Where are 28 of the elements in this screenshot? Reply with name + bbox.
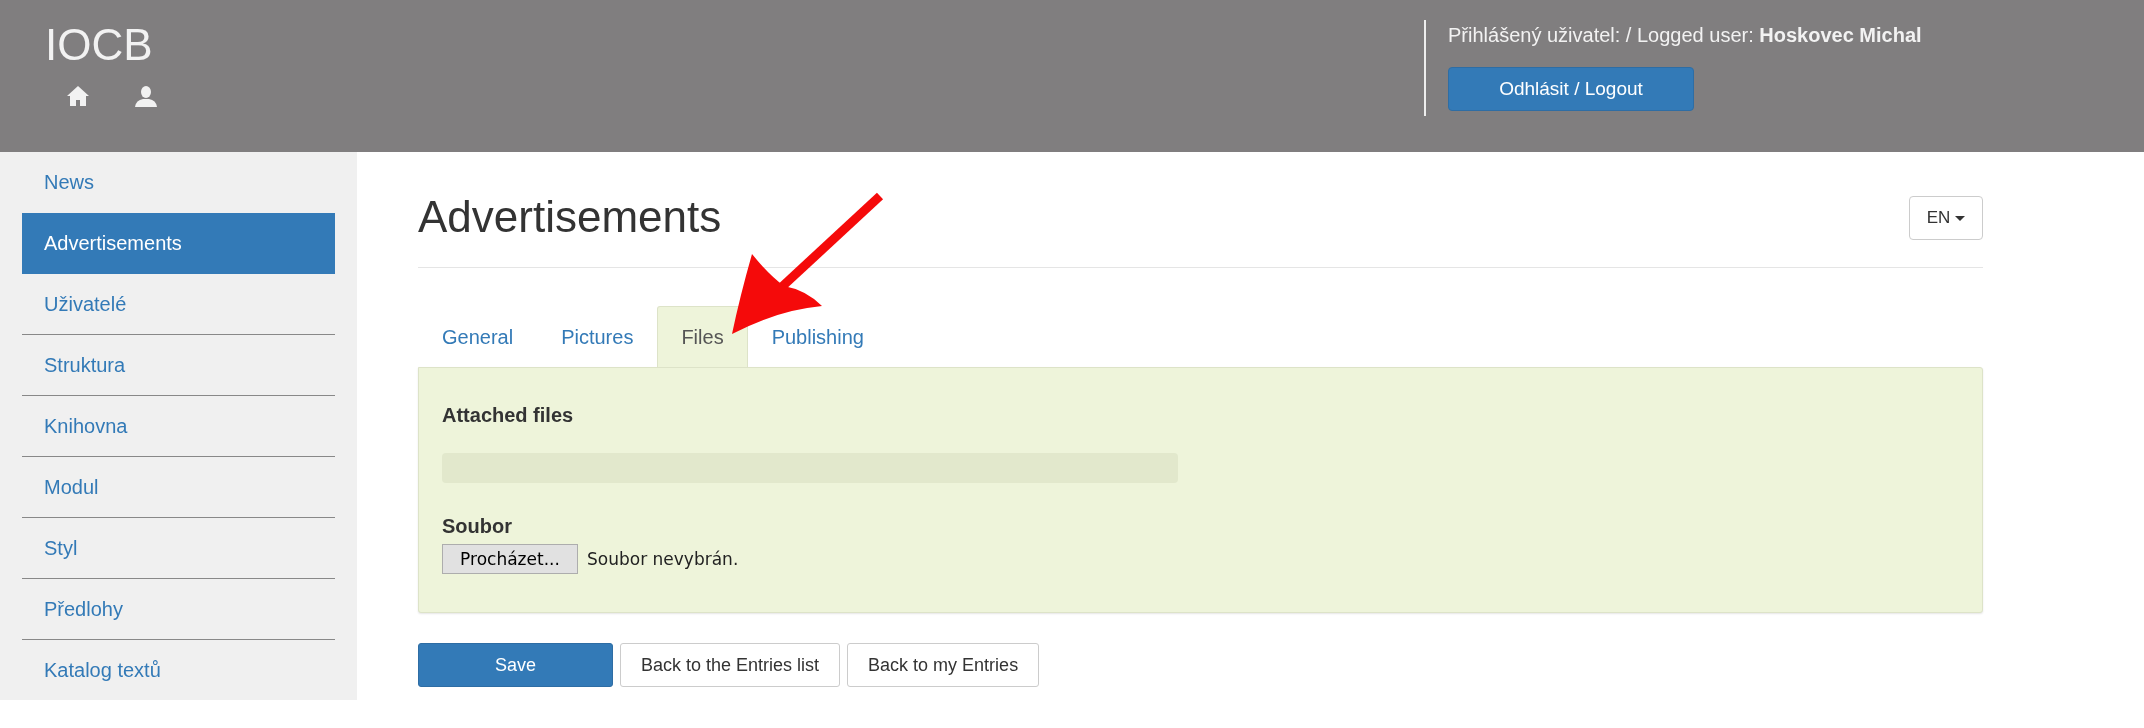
sidebar-item[interactable]: Struktura	[22, 335, 335, 396]
tab[interactable]: Pictures	[537, 306, 658, 367]
sidebar-item[interactable]: Modul	[22, 457, 335, 518]
attached-files-label: Attached files	[442, 404, 574, 427]
file-label: Soubor	[442, 515, 512, 538]
browse-button[interactable]: Procházet...	[442, 544, 578, 574]
tab[interactable]: Files	[657, 306, 748, 367]
tab[interactable]: General	[418, 306, 538, 367]
logged-user-text: Přihlášený uživatel: / Logged user: Hoskovec Michal	[1448, 24, 1922, 47]
back-button[interactable]: Back to my Entries	[847, 643, 1040, 687]
save-button[interactable]: Save	[418, 643, 613, 687]
sidebar-item[interactable]: Knihovna	[22, 396, 335, 457]
tab[interactable]: Publishing	[747, 306, 888, 367]
sidebar-item[interactable]: Katalog textů	[22, 640, 335, 701]
user-icon[interactable]	[135, 86, 157, 107]
back-button[interactable]: Back to the Entries list	[620, 643, 841, 687]
logout-button[interactable]: Odhlásit / Logout	[1448, 67, 1694, 111]
sidebar-item[interactable]: Předlohy	[22, 579, 335, 640]
sidebar-item[interactable]: Styl	[22, 518, 335, 579]
sidebar-item[interactable]: News	[22, 152, 335, 213]
sidebar-item[interactable]: Uživatelé	[22, 274, 335, 335]
home-icon[interactable]	[67, 86, 89, 106]
caret-icon	[1955, 215, 1966, 221]
file-status-text: Soubor nevybrán.	[587, 549, 739, 569]
sidebar-item[interactable]: Advertisements	[22, 213, 335, 274]
page-title: Advertisements	[418, 192, 722, 242]
language-dropdown[interactable]: EN	[1909, 196, 1983, 240]
logo[interactable]: IOCB	[45, 20, 153, 70]
